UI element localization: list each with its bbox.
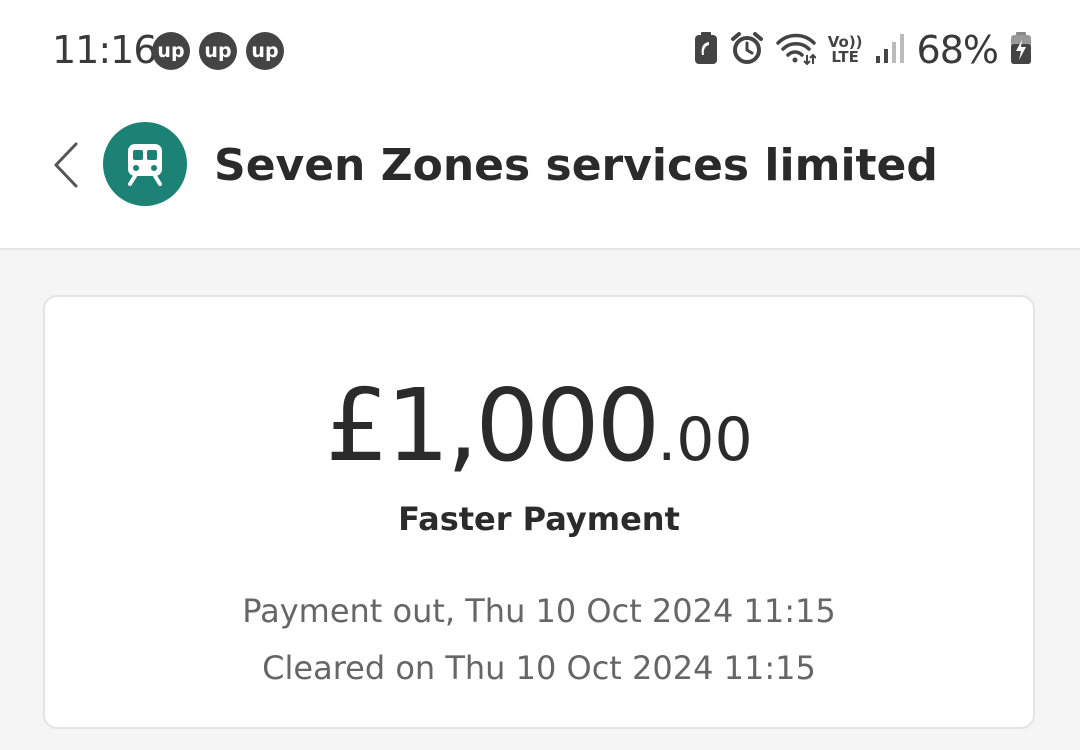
transaction-header: Seven Zones services limited xyxy=(0,100,1080,250)
wifi-icon xyxy=(775,31,817,69)
cleared-date: Cleared on Thu 10 Oct 2024 11:15 xyxy=(262,649,816,687)
merchant-avatar xyxy=(103,122,187,206)
battery-icon xyxy=(1010,31,1032,69)
back-button[interactable] xyxy=(48,140,88,190)
transaction-amount: £1,000.00 xyxy=(45,367,1033,484)
signal-icon xyxy=(875,32,905,68)
transaction-card: £1,000.00 Faster Payment Payment out, Th… xyxy=(43,295,1035,729)
status-icons: Vo)) LTE 68% xyxy=(694,28,1032,72)
payment-out-date: Payment out, Thu 10 Oct 2024 11:15 xyxy=(242,592,836,630)
train-icon xyxy=(128,144,162,186)
amount-minor: .00 xyxy=(657,405,753,475)
volte-icon: Vo)) LTE xyxy=(828,35,863,65)
status-bar: 11:16 up up up Vo)) LTE 68% xyxy=(0,0,1080,100)
notification-badge-up: up xyxy=(199,32,237,70)
alarm-icon xyxy=(730,31,764,69)
battery-saver-icon xyxy=(694,31,718,69)
notification-badge-up: up xyxy=(246,32,284,70)
battery-percent: 68% xyxy=(916,28,999,72)
merchant-name: Seven Zones services limited xyxy=(214,140,938,191)
chevron-left-icon xyxy=(54,142,78,188)
lte-label: LTE xyxy=(831,48,859,66)
amount-major: £1,000 xyxy=(325,367,660,484)
notification-badge-up: up xyxy=(152,32,190,70)
payment-type: Faster Payment xyxy=(398,500,680,538)
status-time: 11:16 xyxy=(52,28,158,72)
